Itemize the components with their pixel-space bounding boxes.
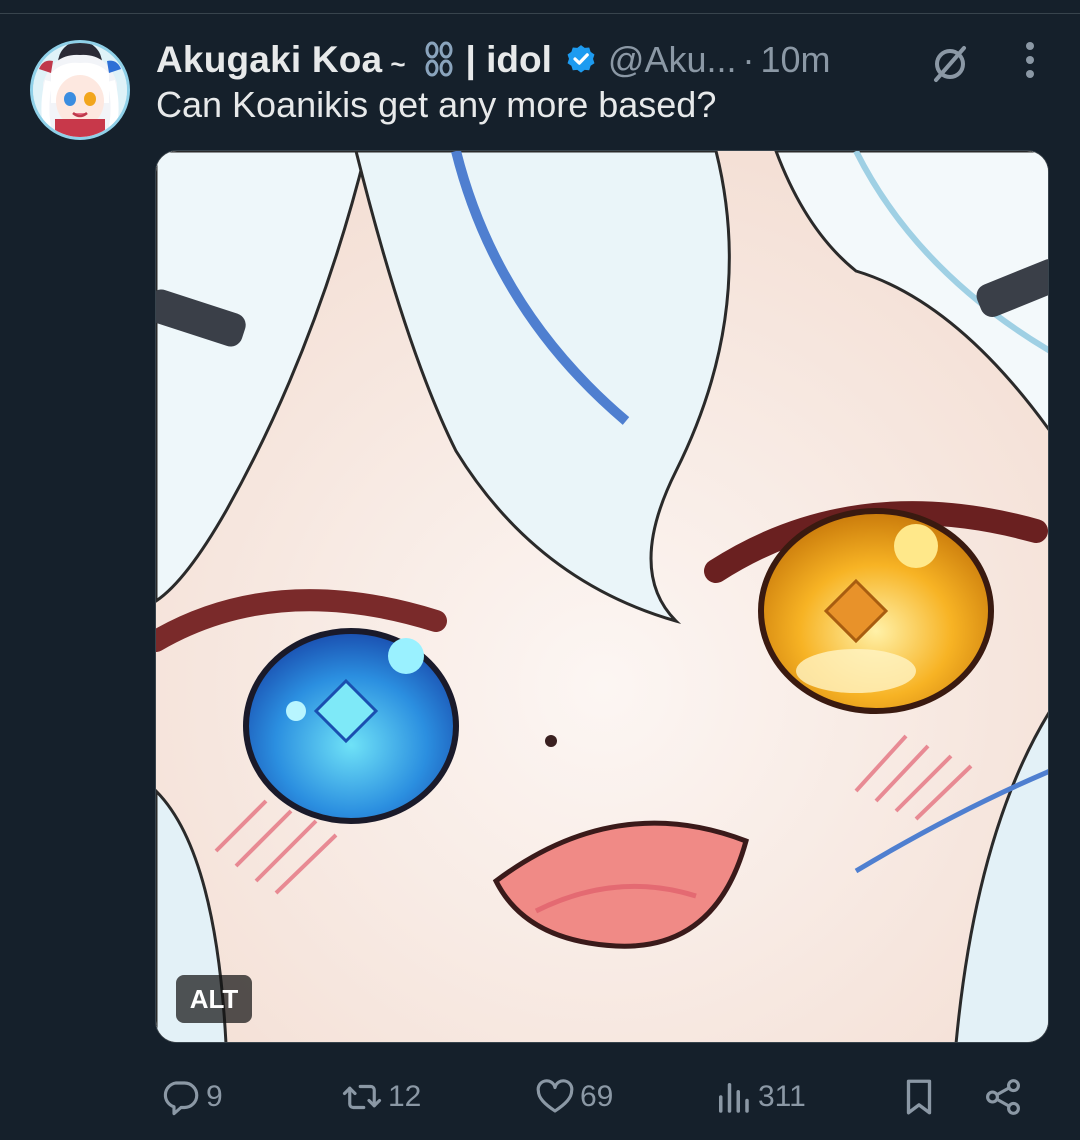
idol-label: | idol <box>465 39 552 80</box>
bookmark-button[interactable] <box>898 1072 940 1122</box>
wave-tilde-icon: ~ <box>390 48 406 79</box>
more-vertical-icon[interactable] <box>1022 40 1038 85</box>
avatar-image <box>33 43 127 137</box>
tweet-media-image[interactable]: ALT <box>155 150 1049 1043</box>
share-button[interactable] <box>982 1072 1024 1122</box>
repost-button[interactable]: 12 <box>340 1072 421 1122</box>
views-chart-icon <box>719 1083 749 1113</box>
tweet-actions: 9 12 69 311 <box>156 1072 1036 1122</box>
like-count: 69 <box>580 1080 614 1113</box>
share-icon <box>986 1079 1020 1115</box>
reply-count: 9 <box>206 1080 223 1113</box>
views-button[interactable]: 311 <box>712 1072 806 1122</box>
anime-face-illustration <box>156 151 1048 1042</box>
bookmark-icon <box>906 1079 932 1115</box>
tweet-header: Akugaki Koa ~ | idol @Aku... · 10m <box>156 34 1056 86</box>
like-button[interactable]: 69 <box>534 1072 613 1122</box>
reply-button[interactable]: 9 <box>160 1072 223 1122</box>
alt-text-badge[interactable]: ALT <box>176 975 252 1023</box>
tweet-text: Can Koanikis get any more based? <box>156 84 717 125</box>
tweet[interactable]: Akugaki Koa ~ | idol @Aku... · 10m Can K… <box>0 14 1080 1140</box>
separator-dot: · <box>742 39 755 80</box>
repost-count: 12 <box>388 1080 422 1113</box>
user-handle[interactable]: @Aku... <box>608 39 737 81</box>
reply-icon <box>163 1081 199 1116</box>
repost-icon <box>342 1084 382 1110</box>
heart-icon <box>536 1079 574 1113</box>
verified-badge-icon[interactable] <box>564 43 598 77</box>
chain-link-icon <box>418 40 458 80</box>
views-count: 311 <box>758 1080 806 1113</box>
tweet-timestamp[interactable]: 10m <box>761 39 831 81</box>
avatar[interactable] <box>30 40 130 140</box>
display-name[interactable]: Akugaki Koa <box>156 39 382 81</box>
display-name-suffix: ~ | idol <box>390 39 552 81</box>
top-divider <box>0 0 1080 14</box>
muted-circle-slash-icon[interactable] <box>928 42 972 91</box>
